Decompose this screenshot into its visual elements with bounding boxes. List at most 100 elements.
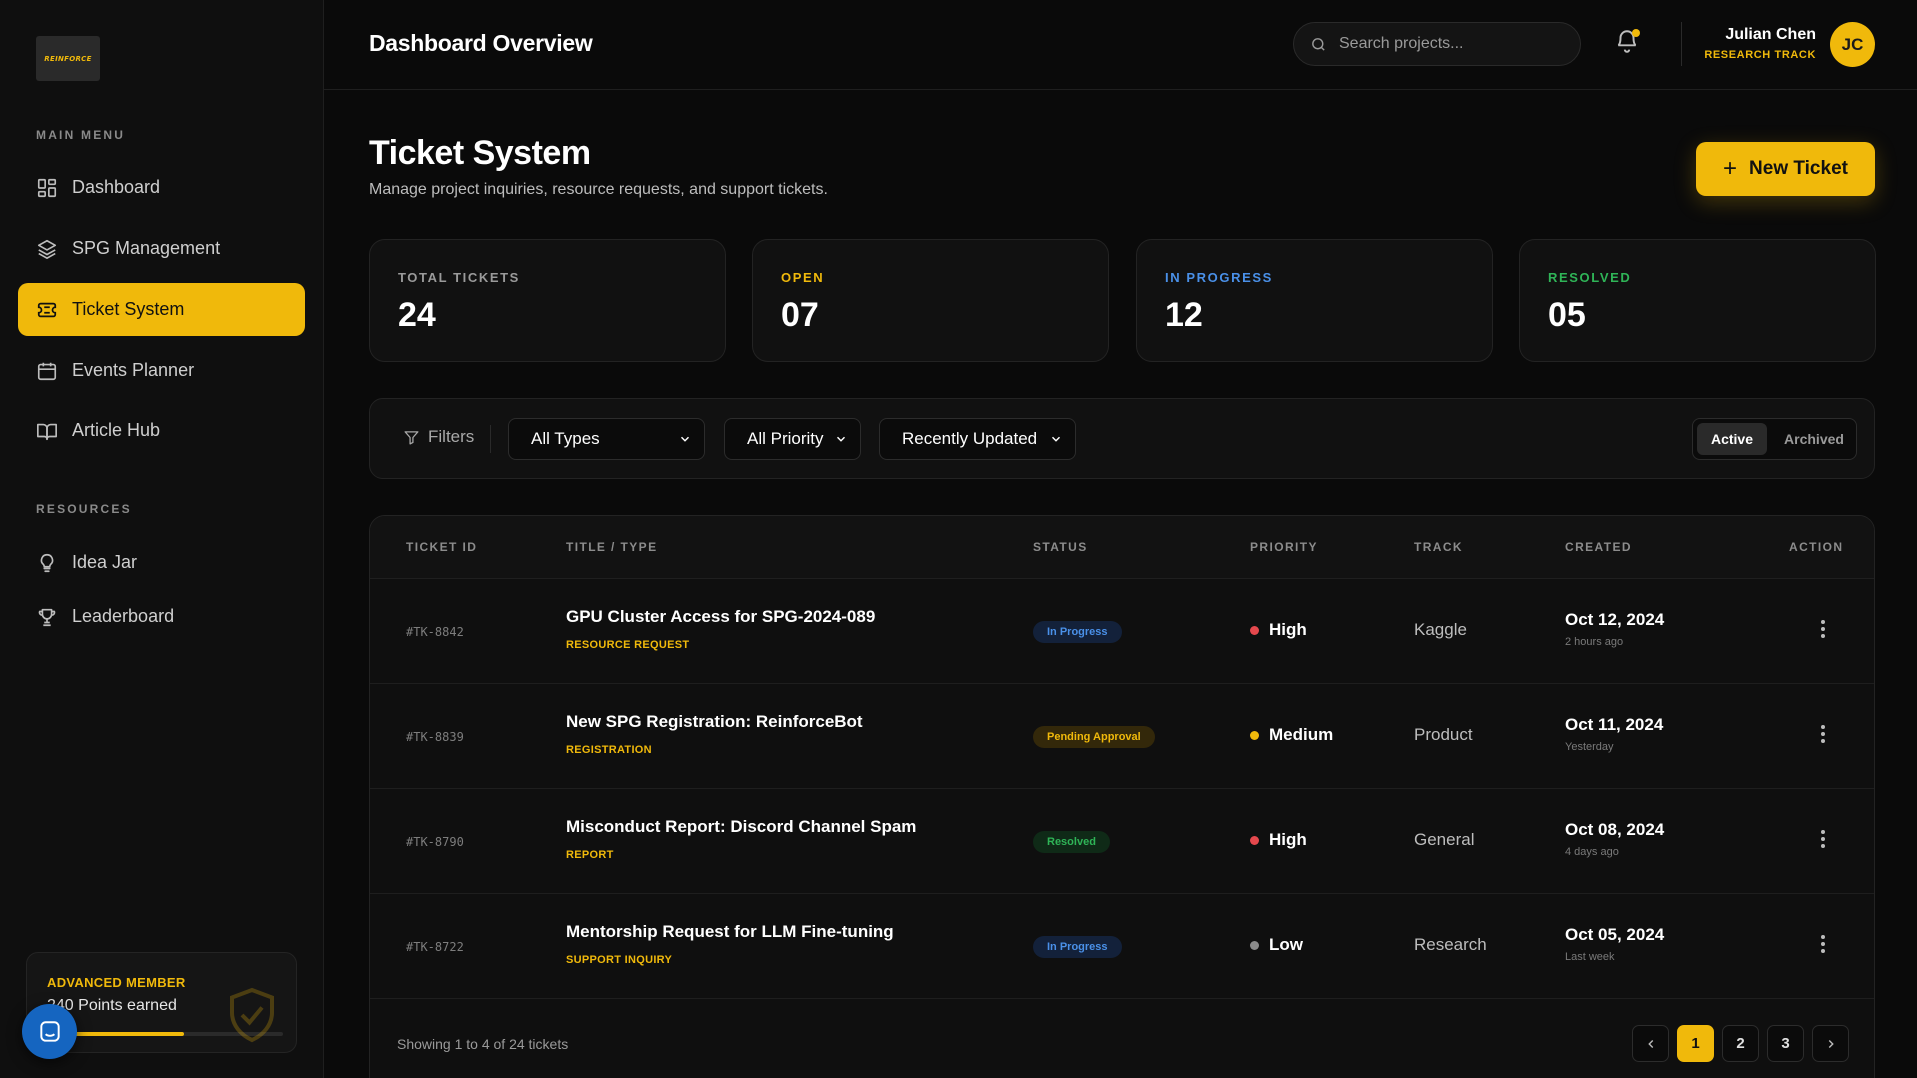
ticket-title[interactable]: GPU Cluster Access for SPG-2024-089 — [566, 607, 875, 627]
dashboard-grid-icon — [36, 177, 58, 199]
status-badge: In Progress — [1033, 936, 1122, 958]
notification-dot — [1632, 29, 1640, 37]
header-divider — [1681, 22, 1682, 66]
created-relative: 2 hours ago — [1565, 636, 1624, 648]
chat-support-button[interactable] — [22, 1004, 77, 1059]
pagination-page-2[interactable]: 2 — [1722, 1025, 1759, 1062]
search-input[interactable] — [1339, 35, 1559, 53]
priority-dot — [1250, 835, 1259, 845]
created-relative: Last week — [1565, 951, 1615, 963]
search-icon — [1312, 37, 1325, 51]
sidebar-item-spg-management[interactable]: SPG Management — [18, 222, 305, 275]
pagination-page-3[interactable]: 3 — [1767, 1025, 1804, 1062]
stat-label: OPEN — [781, 270, 825, 285]
filter-icon — [404, 430, 419, 445]
more-vertical-icon — [1821, 830, 1825, 848]
sidebar-item-article-hub[interactable]: Article Hub — [18, 404, 305, 457]
stat-card-total: TOTAL TICKETS 24 — [369, 239, 726, 362]
pagination-next-button[interactable] — [1812, 1025, 1849, 1062]
chevron-down-icon — [1051, 436, 1061, 442]
sort-select[interactable]: Recently Updated — [879, 418, 1076, 460]
ticket-id: #TK-8722 — [406, 940, 464, 954]
page-title: Ticket System — [369, 134, 591, 172]
column-header-created: CREATED — [1565, 540, 1632, 554]
row-actions-button[interactable] — [1811, 617, 1835, 641]
brand-logo[interactable]: REINFORCE — [36, 36, 100, 81]
type-select[interactable]: All Types — [508, 418, 705, 460]
row-actions-button[interactable] — [1811, 932, 1835, 956]
table-row[interactable]: #TK-8790 Misconduct Report: Discord Chan… — [370, 789, 1874, 894]
ticket-type: SUPPORT INQUIRY — [566, 954, 673, 966]
book-icon — [36, 420, 58, 442]
status-badge: In Progress — [1033, 621, 1122, 643]
table-row[interactable]: #TK-8839 New SPG Registration: Reinforce… — [370, 684, 1874, 789]
stat-label: RESOLVED — [1548, 270, 1632, 285]
ticket-title[interactable]: Misconduct Report: Discord Channel Spam — [566, 817, 916, 837]
resources-label: RESOURCES — [36, 502, 132, 516]
priority-label: High — [1269, 830, 1307, 849]
row-actions-button[interactable] — [1811, 722, 1835, 746]
column-header-ticket-id: TICKET ID — [406, 540, 478, 554]
priority-dot — [1250, 625, 1259, 635]
ticket-id: #TK-8839 — [406, 730, 464, 744]
filters-button[interactable]: Filters — [403, 427, 474, 447]
ticket-icon — [36, 299, 58, 321]
more-vertical-icon — [1821, 620, 1825, 638]
priority-indicator: Medium — [1250, 725, 1333, 745]
ticket-title[interactable]: Mentorship Request for LLM Fine-tuning — [566, 922, 894, 942]
search-box[interactable] — [1293, 22, 1581, 66]
chevron-left-icon — [1647, 1039, 1653, 1048]
priority-indicator: High — [1250, 830, 1307, 850]
pagination-page-1[interactable]: 1 — [1677, 1025, 1714, 1062]
priority-dot — [1250, 940, 1259, 950]
filters-label: Filters — [428, 427, 475, 446]
sidebar-item-label: SPG Management — [72, 238, 221, 258]
sidebar-item-dashboard[interactable]: Dashboard — [18, 161, 305, 214]
toggle-active[interactable]: Active — [1697, 423, 1767, 455]
sidebar-item-label: Leaderboard — [72, 606, 175, 626]
table-row[interactable]: #TK-8722 Mentorship Request for LLM Fine… — [370, 894, 1874, 999]
column-header-status: STATUS — [1033, 540, 1088, 554]
stat-label: IN PROGRESS — [1165, 270, 1273, 285]
priority-select[interactable]: All Priority — [724, 418, 861, 460]
page-subtitle: Manage project inquiries, resource reque… — [369, 181, 828, 198]
avatar[interactable]: JC — [1830, 22, 1875, 67]
top-header: Dashboard Overview Julian Chen RESEARCH … — [324, 0, 1917, 90]
shield-check-icon — [230, 987, 274, 1043]
new-ticket-button[interactable]: + New Ticket — [1696, 142, 1875, 196]
sidebar-item-ticket-system[interactable]: Ticket System — [18, 283, 305, 336]
user-name: Julian Chen — [1725, 26, 1816, 43]
more-vertical-icon — [1821, 935, 1825, 953]
sidebar-item-leaderboard[interactable]: Leaderboard — [18, 590, 305, 643]
sidebar-item-label: Events Planner — [72, 360, 195, 380]
column-header-action: ACTION — [1789, 540, 1844, 554]
active-archived-toggle: Active Archived — [1692, 418, 1857, 460]
chat-icon — [39, 1020, 60, 1042]
filters-divider — [490, 425, 491, 453]
toggle-archived[interactable]: Archived — [1775, 423, 1853, 455]
priority-indicator: High — [1250, 620, 1307, 640]
pagination-prev-button[interactable] — [1632, 1025, 1669, 1062]
sidebar-item-label: Ticket System — [72, 299, 185, 319]
ticket-id: #TK-8842 — [406, 625, 464, 639]
sidebar-item-idea-jar[interactable]: Idea Jar — [18, 536, 305, 589]
sort-select-value: Recently Updated — [902, 429, 1038, 448]
brand-logo-text: REINFORCE — [44, 54, 92, 63]
stat-value: 24 — [398, 296, 436, 334]
sidebar-item-events-planner[interactable]: Events Planner — [18, 344, 305, 397]
notifications-button[interactable] — [1614, 28, 1642, 56]
tickets-table: TICKET ID TITLE / TYPE STATUS PRIORITY T… — [369, 515, 1875, 1078]
table-header: TICKET ID TITLE / TYPE STATUS PRIORITY T… — [370, 516, 1874, 579]
stat-value: 12 — [1165, 296, 1203, 334]
row-actions-button[interactable] — [1811, 827, 1835, 851]
sidebar-item-label: Idea Jar — [72, 552, 138, 572]
ticket-id: #TK-8790 — [406, 835, 464, 849]
created-date: Oct 08, 2024 — [1565, 820, 1665, 839]
stat-card-resolved: RESOLVED 05 — [1519, 239, 1876, 362]
track-label: Research — [1414, 935, 1487, 954]
status-badge: Resolved — [1033, 831, 1110, 853]
created-relative: Yesterday — [1565, 741, 1614, 753]
table-row[interactable]: #TK-8842 GPU Cluster Access for SPG-2024… — [370, 579, 1874, 684]
priority-label: High — [1269, 620, 1307, 639]
ticket-title[interactable]: New SPG Registration: ReinforceBot — [566, 712, 863, 732]
